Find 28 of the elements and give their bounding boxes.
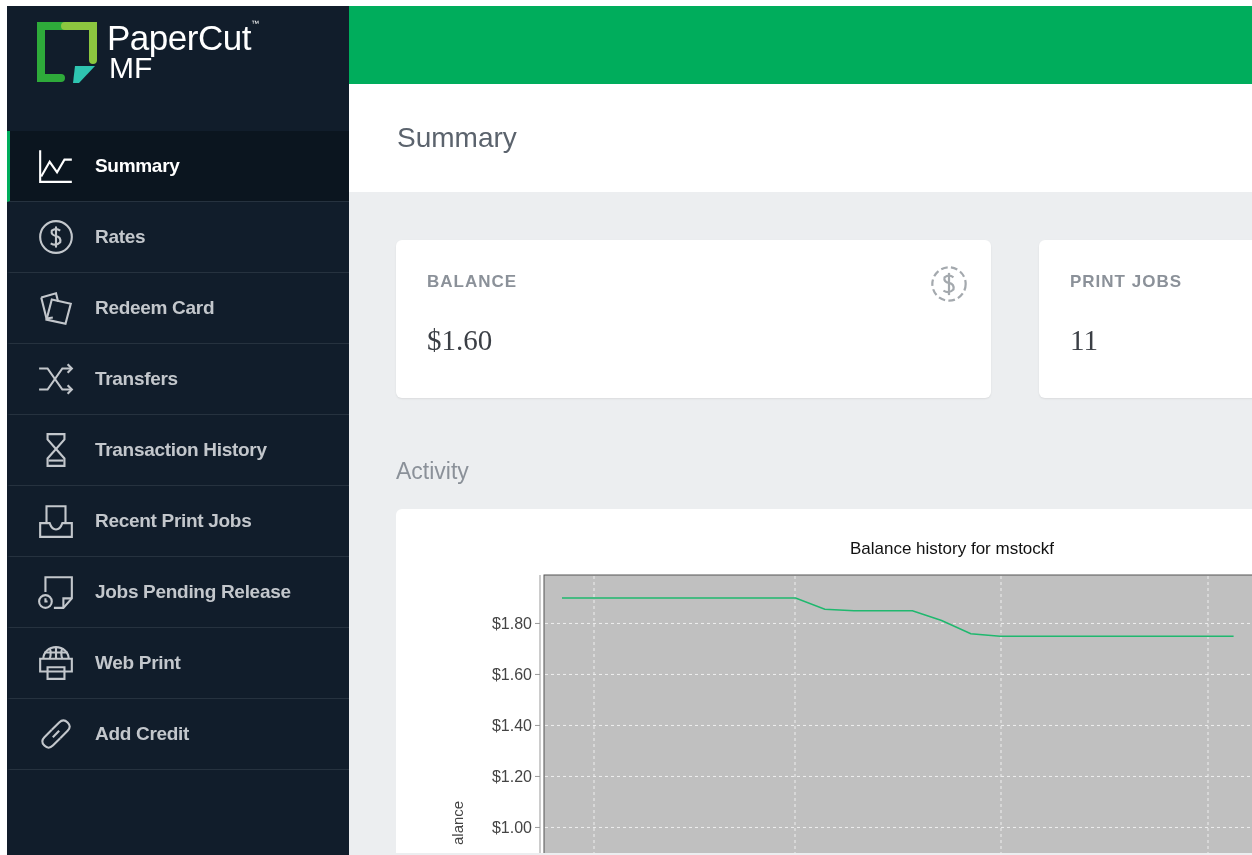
page-title: Summary bbox=[397, 122, 517, 154]
card-value: 11 bbox=[1070, 324, 1099, 357]
cards-icon bbox=[37, 289, 75, 327]
axis-label: alance bbox=[449, 800, 466, 845]
chart-title: Balance history for mstockf bbox=[849, 539, 1055, 558]
printer-icon bbox=[37, 644, 75, 682]
nav-item[interactable]: Recent Print Jobs bbox=[7, 486, 349, 557]
logo-icon bbox=[35, 22, 99, 84]
tick-label: $1.20 bbox=[491, 768, 532, 786]
tick-label: $1.80 bbox=[491, 615, 532, 633]
brand-name: PaperCut bbox=[107, 18, 251, 57]
tick-label: $1.00 bbox=[491, 819, 532, 837]
card-label: BALANCE bbox=[427, 271, 518, 292]
inbox-icon bbox=[37, 502, 75, 540]
tick-label: $1.60 bbox=[491, 666, 532, 684]
tick-label: $1.40 bbox=[491, 717, 532, 735]
card-value: $1.60 bbox=[427, 324, 494, 357]
card-label: PRINT JOBS bbox=[1070, 271, 1183, 292]
dollar-icon bbox=[929, 264, 969, 304]
nav-item[interactable]: Jobs Pending Release bbox=[7, 557, 349, 628]
nav-item[interactable]: Web Print bbox=[7, 628, 349, 699]
document-clock-icon bbox=[37, 573, 75, 611]
nav-item[interactable]: Summary bbox=[7, 131, 349, 202]
trademark-mark: ™ bbox=[250, 19, 259, 28]
dollar-icon bbox=[37, 218, 75, 256]
section-heading: Activity bbox=[396, 458, 470, 485]
chart-icon bbox=[37, 147, 75, 185]
nav-item[interactable]: Rates bbox=[7, 202, 349, 273]
